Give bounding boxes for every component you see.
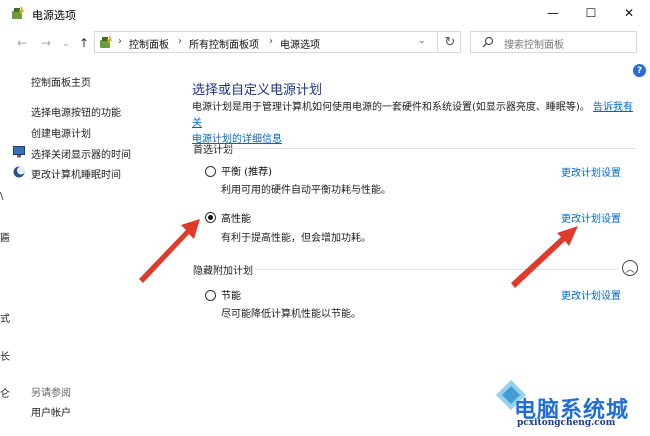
chevron-right-icon: › [178,36,182,47]
forward-button[interactable]: → [38,34,54,52]
high-performance-radio[interactable] [205,212,216,223]
search-icon [482,36,494,48]
divider [225,148,637,149]
chevron-right-icon: › [269,36,273,47]
power-saver-change-settings-link[interactable]: 更改计划设置 [561,287,621,302]
breadcrumb-power-options[interactable]: 电源选项 [280,36,320,51]
refresh-button[interactable]: ↻ [437,31,462,53]
help-icon[interactable]: ? [633,64,646,77]
balanced-radio[interactable] [205,166,216,177]
power-saver-plan-desc: 尽可能降低计算机性能以节能。 [221,309,361,320]
balanced-change-settings-link[interactable]: 更改计划设置 [561,164,621,179]
breadcrumb-control-panel[interactable]: 控制面板 [129,36,169,51]
sidebar-item-display-off[interactable]: 选择关闭显示器的时间 [31,146,131,161]
see-also-heading: 另请参阅 [31,388,71,399]
breadcrumb-all-items[interactable]: 所有控制面板项 [189,36,259,51]
monitor-icon [13,146,25,158]
collapse-button[interactable]: ︿ [622,260,638,276]
edge-fragment: \ [0,191,4,202]
watermark-url: pcxitongcheng.com [517,418,616,428]
window-title: 电源选项 [32,9,76,22]
search-placeholder: 搜索控制面板 [504,40,564,51]
description-text: 电源计划是用于管理计算机如何使用电源的一套硬件和系统设置(如显示器亮度、睡眠等)… [192,102,590,113]
address-dropdown-button[interactable]: ⌄ [418,36,426,46]
arrow-to-settings [511,226,578,288]
up-button[interactable]: ↑ [76,34,92,52]
arrow-to-radio [139,219,200,283]
high-performance-plan-desc: 有利于提高性能，但会增加功耗。 [221,233,371,244]
power-options-icon [12,6,25,19]
sidebar-item-create-plan[interactable]: 创建电源计划 [31,125,91,140]
edge-fragment: 式 [0,314,10,325]
divider [255,269,618,270]
page-description: 电源计划是用于管理计算机如何使用电源的一套硬件和系统设置(如显示器亮度、睡眠等)… [192,100,642,148]
control-panel-icon [100,35,113,48]
edge-fragment: 仑 [0,389,10,400]
edge-fragment: 匾 [0,233,10,244]
sidebar-item-power-button[interactable]: 选择电源按钮的功能 [31,104,121,119]
page-title: 选择或自定义电源计划 [192,83,323,98]
recent-locations-button[interactable]: ⌄ [58,34,74,52]
user-accounts-link[interactable]: 用户帐户 [31,404,71,419]
balanced-plan-desc: 利用可用的硬件自动平衡功耗与性能。 [221,185,391,196]
balanced-plan-name[interactable]: 平衡 (推荐) [221,163,272,178]
sidebar-item-sleep[interactable]: 更改计算机睡眠时间 [31,166,121,181]
edge-fragment: 长 [0,352,10,363]
power-saver-plan-name[interactable]: 节能 [221,287,241,302]
hidden-plans-heading: 隐藏附加计划 [193,266,253,277]
moon-icon [13,166,25,178]
high-performance-plan-name[interactable]: 高性能 [221,210,251,225]
back-button[interactable]: ← [14,34,30,52]
power-saver-radio[interactable] [205,290,216,301]
maximize-button[interactable]: ☐ [571,0,611,26]
annotation-arrows [139,219,578,288]
chevron-right-icon: › [118,36,122,47]
minimize-button[interactable]: — [533,0,573,26]
close-button[interactable]: ✕ [609,0,649,26]
high-performance-change-settings-link[interactable]: 更改计划设置 [561,210,621,225]
sidebar-home-link[interactable]: 控制面板主页 [31,74,91,89]
